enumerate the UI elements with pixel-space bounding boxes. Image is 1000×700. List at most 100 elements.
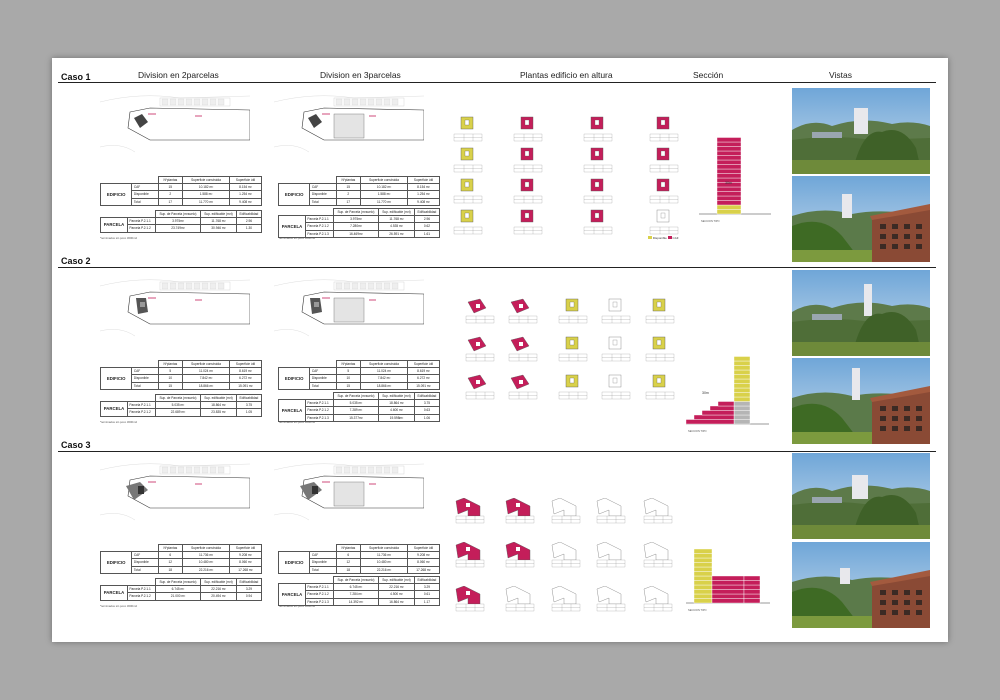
section-case-2: 30m SECCION TIPO [685,356,769,433]
floor-plan-case-3-1-3 [595,541,627,573]
col-header: Superficie construida [360,359,408,369]
col-header: Sup. edificable (m²t) [378,207,415,217]
case-3-label: Caso 3 [61,440,91,450]
floor-plan-case-3-2-2 [550,585,582,617]
col-header: Nºplantas [157,359,184,369]
table-row: EDIFICIO CAF 5 11.024 m² 8.619 m² [277,367,441,390]
case-3-rule [58,451,936,452]
floor-plan-case-1-2-0 [452,178,484,209]
svg-text:SECCION TIPO: SECCION TIPO [688,608,707,612]
table-title: EDIFICIO [277,551,311,574]
col-header: Sup. edificable (m²t) [200,209,237,219]
col-header: Sup. de Parcela (m²suelo) [332,575,380,585]
view-photo-1 [792,88,930,174]
floor-plan-case-1-0-3 [648,116,680,147]
col-header: Superficie construida [360,543,408,553]
floor-plan-case-2-0-0 [464,298,496,329]
section-case-1: 30m SECCION TIPO [699,137,771,223]
floor-plan-case-2-1-3 [600,336,632,367]
col-header: Superficie útil [228,175,263,185]
floor-plan-case-3-2-1 [504,585,536,617]
site-plan-case-2-2-parcelas [99,276,251,340]
floor-plan-case-1-2-2 [582,178,614,209]
table-row: PARCELA Parcela P.2.1.1 6.745 m² 22.216 m² 3… [278,583,441,606]
parcela-table-case-3-3p: Sup. de Parcela (m²suelo) Sup. edificable… [278,575,441,606]
col-header: Nºplantas [157,175,184,185]
table-row: PARCELA Parcela P.2.1.1 6.745 m² 22.216 m² 3… [100,585,263,601]
site-plan-case-2-3-parcelas [273,276,425,340]
edificio-table-case-1-2p: Nºplantas Superficie construida Superficie… [99,175,263,206]
floor-plan-case-1-3-0 [452,209,484,240]
col-header: Superficie construida [182,359,230,369]
view-photo-4 [792,358,930,444]
col-header: Nºplantas [335,543,362,553]
col-header: Superficie útil [406,543,441,553]
table-row: PARCELA Parcela P.2.1.1 3.975m² 11.768 m² 2.… [100,217,263,233]
col-header: Edificabilidad [235,209,263,219]
col-header: Edificabilidad [235,393,263,403]
floor-plan-case-2-1-0 [464,336,496,367]
floor-plan-case-2-2-1 [507,374,539,405]
floor-plan-case-1-1-3 [648,147,680,178]
col-header: Sup. edificable (m²t) [200,393,237,403]
floor-plan-case-3-2-0 [454,585,486,617]
site-plan-case-3-3-parcelas [273,460,425,524]
table-note: *terminados sin poco 3000m2 [100,604,138,608]
table-row: EDIFICIO CAF 6 11.736 m² 9.208 m² [277,551,441,574]
floor-plan-case-1-3-1 [512,209,544,240]
table-note: *terminados sin poco 3000m2 [278,604,316,608]
col-header: Sup. de Parcela (m²suelo) [332,207,380,217]
parcela-table-case-3-2p: Sup. de Parcela (m²suelo) Sup. edificable… [100,577,263,601]
col-header: Edificabilidad [235,577,263,587]
table-row: PARCELA Parcela P.2.1.1 5.035 m² 18.864 m² 3… [278,399,441,422]
legend: Disponible CAF [648,236,679,240]
table-note: *terminados sin poco 3000m2 [100,236,138,240]
table-title: PARCELA [100,585,128,601]
floor-plan-case-3-2-3 [595,585,627,617]
floor-plan-case-1-0-2 [582,116,614,147]
floor-plan-case-2-0-3 [600,298,632,329]
floor-plan-case-2-2-2 [557,374,589,405]
floor-plan-case-2-2-4 [644,374,676,405]
header-plantas: Plantas edificio en altura [520,70,613,80]
floor-plan-case-2-0-4 [644,298,676,329]
floor-plan-case-2-1-1 [507,336,539,367]
site-plan-case-3-2-parcelas [99,460,251,524]
table-row: PARCELA Parcela P.2.1.1 3.975m² 11.768 m² 2.… [278,215,441,238]
view-photo-3 [792,270,930,356]
header-division-2-parcelas: Division en 2parcelas [138,70,219,80]
table-title: PARCELA [100,217,128,233]
floor-plan-case-1-1-2 [582,147,614,178]
col-header: Nºplantas [335,359,362,369]
section-caption: SECCION TIPO [701,219,720,223]
site-plan-case-1-2-parcelas [99,92,251,156]
col-header: Superficie construida [182,175,230,185]
col-header: Edificabilidad [413,391,441,401]
header-division-3-parcelas: Division en 3parcelas [320,70,401,80]
floor-plan-case-1-2-3 [648,178,680,209]
edificio-table-case-2-3p: Nºplantas Superficie construida Superficie… [277,359,441,390]
col-header: Superficie útil [406,359,441,369]
floor-plan-case-3-2-4 [642,585,674,617]
floor-plan-case-1-3-2 [582,209,614,240]
table-row: PARCELA Parcela P.2.1.1 5.035 m² 18.864 m² 3… [100,401,263,417]
col-header: Nºplantas [335,175,362,185]
floor-plan-case-1-0-0 [452,116,484,147]
col-header: Sup. edificable (m²t) [378,575,415,585]
floor-plan-case-2-2-3 [600,374,632,405]
col-header: Sup. de Parcela (m²suelo) [154,577,202,587]
col-header: Sup. edificable (m²t) [378,391,415,401]
section-case-3: SECCION TIPO [686,548,770,612]
parcela-table-case-2-2p: Sup. de Parcela (m²suelo) Sup. edificable… [100,393,263,417]
floor-plan-case-3-1-2 [550,541,582,573]
col-header: Sup. edificable (m²t) [200,577,237,587]
floor-plan-case-3-0-3 [595,497,627,529]
table-note: *terminados sin poco 3000m2 [278,420,316,424]
view-photo-5 [792,453,930,539]
floor-plan-case-2-0-1 [507,298,539,329]
floor-plan-case-3-1-0 [454,541,486,573]
header-vistas: Vistas [829,70,852,80]
edificio-table-case-2-2p: Nºplantas Superficie construida Superficie… [99,359,263,390]
table-row: EDIFICIO CAF 15 10.182 m² 8.154 m² [277,183,441,206]
edificio-table-case-3-3p: Nºplantas Superficie construida Superficie… [277,543,441,574]
